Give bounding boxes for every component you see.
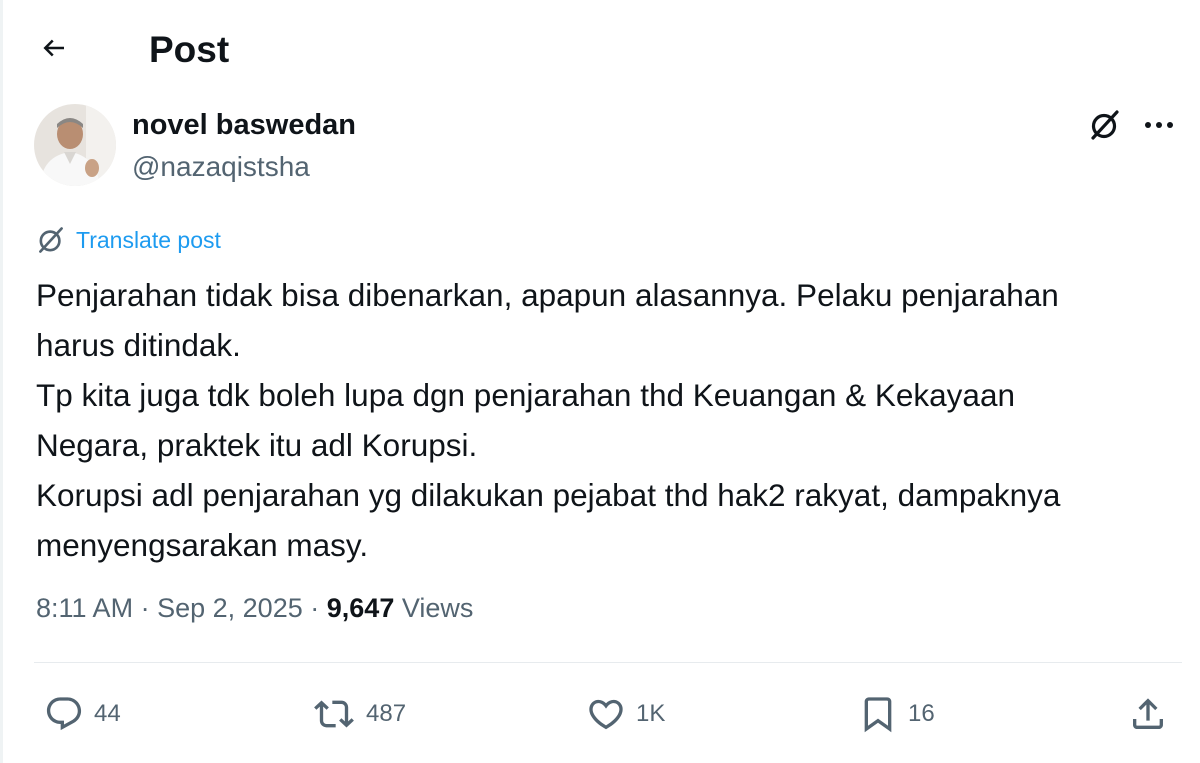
translate-post-label: Translate post <box>76 227 221 253</box>
heart-icon <box>589 699 623 730</box>
share-button[interactable] <box>1128 690 1168 738</box>
author-name[interactable]: novel baswedan <box>132 106 356 144</box>
repost-button[interactable]: 487 <box>312 690 406 738</box>
post-text-line: Negara, praktek itu adl Korupsi. <box>36 427 478 463</box>
more-horizontal-icon <box>1145 122 1173 128</box>
bookmark-count: 16 <box>908 700 935 727</box>
like-count: 1K <box>636 700 666 727</box>
views-count: 9,647 <box>326 593 395 623</box>
post-text-line: Korupsi adl penjarahan yg dilakukan peja… <box>36 477 1061 513</box>
post-text-line: Tp kita juga tdk boleh lupa dgn penjarah… <box>36 377 1015 413</box>
meta-separator: · <box>140 593 150 623</box>
grok-button[interactable] <box>1084 104 1126 146</box>
like-button[interactable]: 1K <box>586 690 665 738</box>
meta-separator: · <box>310 593 320 623</box>
post-text-line: harus ditindak. <box>36 327 241 363</box>
post-date[interactable]: Sep 2, 2025 <box>157 593 303 623</box>
author-handle[interactable]: @nazaqistsha <box>132 148 310 186</box>
window-edge <box>0 0 3 763</box>
reply-count: 44 <box>94 700 121 727</box>
reply-icon <box>46 697 82 731</box>
bookmark-icon <box>864 697 892 733</box>
post-meta: 8:11 AM · Sep 2, 2025 · 9,647 Views <box>36 588 473 628</box>
post-text: Penjarahan tidak bisa dibenarkan, apapun… <box>36 270 1166 570</box>
repost-count: 487 <box>366 700 407 727</box>
share-icon <box>1133 698 1163 729</box>
translate-post-link[interactable]: Translate post <box>36 222 221 258</box>
avatar[interactable] <box>34 104 116 186</box>
avatar-photo <box>34 104 116 186</box>
repost-icon <box>314 700 354 728</box>
grok-icon <box>39 227 63 253</box>
post-text-line: menyengsarakan masy. <box>36 527 369 563</box>
page-title: Post <box>149 29 230 70</box>
grok-icon <box>1091 110 1119 140</box>
back-button[interactable] <box>30 28 78 68</box>
post-time[interactable]: 8:11 AM <box>36 593 133 623</box>
divider <box>34 662 1182 663</box>
reply-button[interactable]: 44 <box>44 690 121 738</box>
page-header: Post <box>0 0 1200 100</box>
views-label: Views <box>401 593 474 623</box>
post-text-line: Penjarahan tidak bisa dibenarkan, apapun… <box>36 277 1059 313</box>
bookmark-button[interactable]: 16 <box>858 690 935 738</box>
more-options-button[interactable] <box>1138 104 1180 146</box>
arrow-left-icon <box>43 39 64 57</box>
